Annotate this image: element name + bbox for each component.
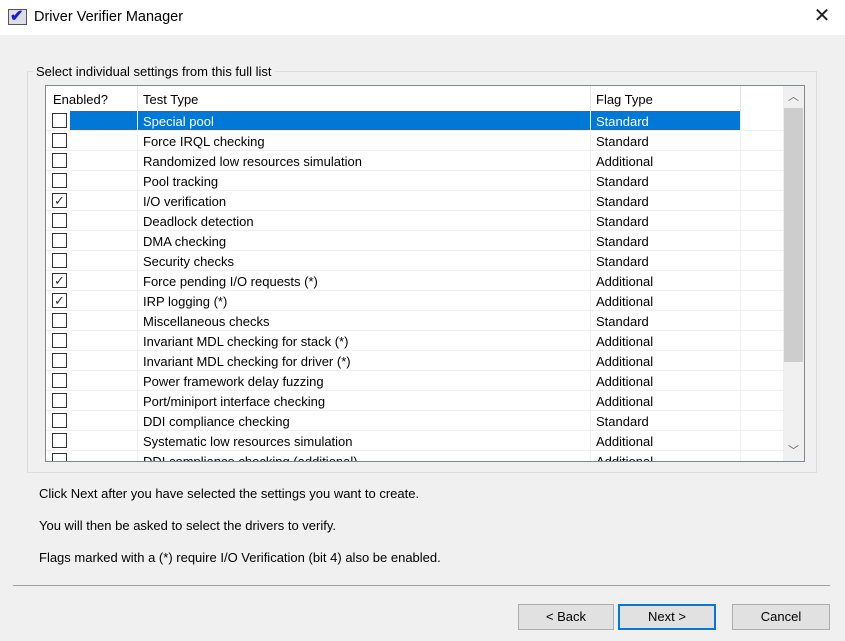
table-row[interactable]: ✓ Force pending I/O requests (*) Additiona… — [46, 271, 783, 291]
enabled-checkbox[interactable] — [52, 253, 67, 268]
enabled-checkbox[interactable] — [52, 113, 67, 128]
table-row[interactable]: DMA checking Standard — [46, 231, 783, 251]
table-row[interactable]: Systematic low resources simulation Addit… — [46, 431, 783, 451]
table-row[interactable]: Port/miniport interface checking Addition… — [46, 391, 783, 411]
scrollbar-thumb[interactable] — [784, 108, 803, 362]
header-test-type[interactable]: Test Type — [143, 92, 198, 107]
table-row[interactable]: Miscellaneous checks Standard — [46, 311, 783, 331]
enabled-checkbox[interactable]: ✓ — [52, 293, 67, 308]
test-type-cell: Pool tracking — [143, 174, 219, 189]
table-row[interactable]: Invariant MDL checking for stack (*) Addi… — [46, 331, 783, 351]
test-type-cell: DMA checking — [143, 234, 227, 249]
test-type-cell: Systematic low resources simulation — [143, 434, 353, 449]
flag-type-cell: Standard — [596, 254, 649, 269]
cancel-button[interactable]: Cancel — [732, 604, 830, 630]
enabled-checkbox[interactable] — [52, 353, 67, 368]
scroll-down-icon[interactable]: ﹀ — [783, 441, 804, 461]
close-button[interactable]: ✕ — [799, 0, 845, 33]
test-type-cell: Power framework delay fuzzing — [143, 374, 324, 389]
flag-type-cell: Additional — [596, 454, 654, 462]
enabled-checkbox[interactable] — [52, 373, 67, 388]
test-type-cell: Invariant MDL checking for driver (*) — [143, 354, 351, 369]
table-row[interactable]: ✓ IRP logging (*) Additional — [46, 291, 783, 311]
list-header: Enabled? Test Type Flag Type — [46, 86, 783, 111]
flag-type-cell: Additional — [596, 374, 654, 389]
flag-type-cell: Additional — [596, 154, 654, 169]
flag-type-cell: Standard — [596, 234, 649, 249]
header-flag-type[interactable]: Flag Type — [596, 92, 653, 107]
enabled-checkbox[interactable] — [52, 413, 67, 428]
flag-type-cell: Additional — [596, 274, 654, 289]
instruction-next: Click Next after you have selected the s… — [39, 486, 420, 501]
enabled-checkbox[interactable] — [52, 313, 67, 328]
window-title: Driver Verifier Manager — [34, 9, 184, 25]
table-row[interactable]: ✓ I/O verification Standard — [46, 191, 783, 211]
title-bar: Driver Verifier Manager ✕ — [0, 0, 845, 35]
test-type-cell: Security checks — [143, 254, 235, 269]
enabled-checkbox[interactable] — [52, 213, 67, 228]
table-row[interactable]: DDI compliance checking (additional) Addi… — [46, 451, 783, 462]
table-row[interactable]: Special pool Standard — [46, 111, 783, 131]
settings-list: Enabled? Test Type Flag Type Special poo… — [45, 85, 805, 462]
enabled-checkbox[interactable] — [52, 153, 67, 168]
header-enabled[interactable]: Enabled? — [53, 92, 108, 107]
table-row[interactable]: Power framework delay fuzzing Additional — [46, 371, 783, 391]
table-row[interactable]: Pool tracking Standard — [46, 171, 783, 191]
table-row[interactable]: Randomized low resources simulation Addit… — [46, 151, 783, 171]
vertical-scrollbar[interactable]: ︿ ﹀ — [783, 86, 804, 461]
table-row[interactable]: Security checks Standard — [46, 251, 783, 271]
test-type-cell: Port/miniport interface checking — [143, 394, 326, 409]
flag-type-cell: Standard — [596, 314, 649, 329]
test-type-cell: Force IRQL checking — [143, 134, 265, 149]
instruction-flags: Flags marked with a (*) require I/O Veri… — [39, 550, 441, 565]
enabled-checkbox[interactable] — [52, 333, 67, 348]
test-type-cell: DDI compliance checking (additional) — [143, 454, 358, 462]
test-type-cell: DDI compliance checking — [143, 414, 290, 429]
flag-type-cell: Standard — [596, 414, 649, 429]
test-type-cell: Miscellaneous checks — [143, 314, 270, 329]
driver-verifier-icon — [8, 6, 27, 26]
enabled-checkbox[interactable] — [52, 393, 67, 408]
flag-type-cell: Additional — [596, 334, 654, 349]
flag-type-cell: Additional — [596, 394, 654, 409]
enabled-checkbox[interactable] — [52, 233, 67, 248]
flag-type-cell: Standard — [596, 194, 649, 209]
enabled-checkbox[interactable] — [52, 133, 67, 148]
table-row[interactable]: DDI compliance checking Standard — [46, 411, 783, 431]
flag-type-cell: Standard — [596, 134, 649, 149]
flag-type-cell: Additional — [596, 434, 654, 449]
test-type-cell: IRP logging (*) — [143, 294, 228, 309]
flag-type-cell: Standard — [596, 214, 649, 229]
back-button[interactable]: < Back — [518, 604, 614, 630]
table-row[interactable]: Force IRQL checking Standard — [46, 131, 783, 151]
flag-type-cell: Standard — [596, 114, 649, 129]
enabled-checkbox[interactable]: ✓ — [52, 273, 67, 288]
test-type-cell: Special pool — [143, 114, 214, 129]
flag-type-cell: Additional — [596, 294, 654, 309]
flag-type-cell: Additional — [596, 354, 654, 369]
instruction-drivers: You will then be asked to select the dri… — [39, 518, 336, 533]
test-type-cell: Force pending I/O requests (*) — [143, 274, 318, 289]
enabled-checkbox[interactable] — [52, 173, 67, 188]
table-row[interactable]: Deadlock detection Standard — [46, 211, 783, 231]
test-type-cell: Deadlock detection — [143, 214, 254, 229]
test-type-cell: Randomized low resources simulation — [143, 154, 362, 169]
next-button[interactable]: Next > — [618, 604, 716, 630]
table-row[interactable]: Invariant MDL checking for driver (*) Add… — [46, 351, 783, 371]
enabled-checkbox[interactable] — [52, 433, 67, 448]
test-type-cell: I/O verification — [143, 194, 227, 209]
enabled-checkbox[interactable] — [52, 453, 67, 461]
enabled-checkbox[interactable]: ✓ — [52, 193, 67, 208]
test-type-cell: Invariant MDL checking for stack (*) — [143, 334, 349, 349]
flag-type-cell: Standard — [596, 174, 649, 189]
scroll-up-icon[interactable]: ︿ — [783, 87, 804, 107]
group-label: Select individual settings from this ful… — [33, 64, 275, 79]
divider — [13, 585, 830, 586]
